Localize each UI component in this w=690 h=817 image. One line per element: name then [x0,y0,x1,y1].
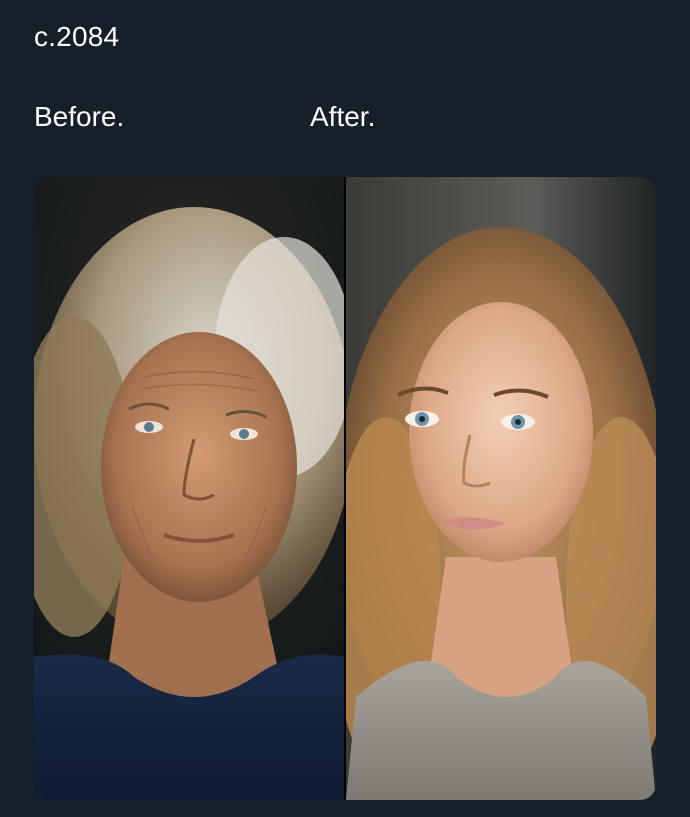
tweet-labels: Before. After. [34,98,654,138]
after-label: After. [310,101,376,132]
tweet-text: c.2084 [34,18,654,56]
before-label: Before. [34,101,125,132]
elderly-woman-portrait [34,177,344,800]
young-woman-portrait [346,177,656,800]
tweet-year-text: c.2084 [34,21,120,52]
tweet-media-image[interactable] [34,177,656,800]
after-photo[interactable] [346,177,656,800]
before-photo[interactable] [34,177,344,800]
